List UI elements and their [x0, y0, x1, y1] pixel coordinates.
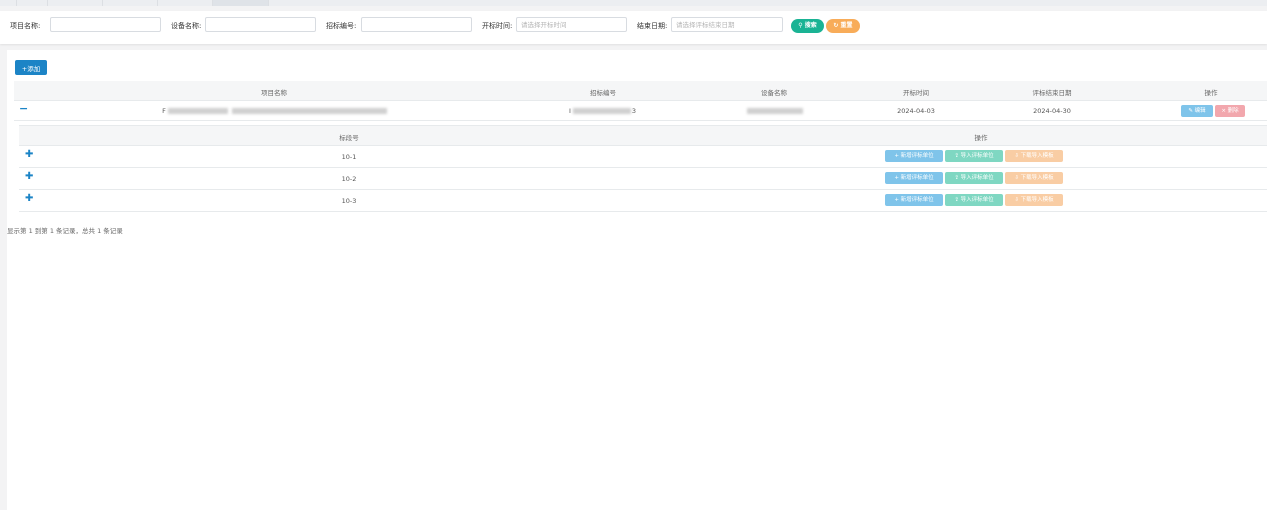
- tab-item-active[interactable]: [213, 0, 269, 6]
- column-header: 操作: [1204, 89, 1218, 97]
- import-eval-unit-button[interactable]: ⇪ 导入评标单位: [945, 150, 1003, 162]
- import-eval-unit-button[interactable]: ⇪ 导入评标单位: [945, 172, 1003, 184]
- search-panel: 项目名称: 设备名称: 招标编号: 开标时间: 结束日期: ⚲ 搜索 ↻ 重置: [0, 11, 1267, 44]
- plus-icon: +: [894, 175, 899, 181]
- upload-icon: ⇪: [954, 153, 959, 159]
- tab-item[interactable]: [103, 0, 158, 6]
- tab-item[interactable]: [17, 0, 48, 6]
- tab-item[interactable]: [48, 0, 103, 6]
- plus-icon: +: [894, 153, 899, 159]
- column-header: 设备名称: [761, 89, 787, 97]
- end-date-cell: 2024-04-30: [1033, 107, 1071, 115]
- close-icon: ×: [1221, 108, 1226, 114]
- add-button[interactable]: +添加: [15, 60, 47, 75]
- refresh-icon: ↻: [833, 22, 839, 29]
- search-button[interactable]: ⚲ 搜索: [791, 19, 824, 33]
- expand-icon[interactable]: ✚: [25, 171, 33, 182]
- tab-item[interactable]: [158, 0, 213, 6]
- download-template-button[interactable]: ⇩ 下载导入模板: [1005, 172, 1063, 184]
- project-name-label: 项目名称:: [10, 22, 41, 30]
- device-name-input[interactable]: [205, 17, 316, 32]
- add-eval-unit-button[interactable]: + 新增评标单位: [885, 150, 943, 162]
- download-template-button[interactable]: ⇩ 下载导入模板: [1005, 194, 1063, 206]
- device-name-label: 设备名称:: [171, 22, 202, 30]
- subtable-row: ✚ 10-1 + 新增评标单位 ⇪ 导入评标单位 ⇩ 下载导入模板: [19, 146, 1267, 168]
- column-header: 评标结束日期: [1032, 89, 1072, 97]
- subtable-header: 标段号 操作: [19, 126, 1267, 146]
- subtable-row: ✚ 10-2 + 新增评标单位 ⇪ 导入评标单位 ⇩ 下载导入模板: [19, 168, 1267, 190]
- section-no-cell: 10-2: [341, 175, 357, 183]
- redacted-text: [232, 108, 387, 114]
- section-no-cell: 10-1: [341, 153, 357, 161]
- plus-icon: +: [894, 197, 899, 203]
- open-time-label: 开标时间:: [482, 22, 513, 30]
- tab-item[interactable]: [0, 0, 17, 6]
- column-header: 操作: [974, 134, 988, 142]
- project-name-input[interactable]: [50, 17, 161, 32]
- download-icon: ⇩: [1014, 153, 1019, 159]
- expand-icon[interactable]: ✚: [25, 193, 33, 204]
- subtable-row: ✚ 10-3 + 新增评标单位 ⇪ 导入评标单位 ⇩ 下载导入模板: [19, 190, 1267, 212]
- table-row: − F I 3 2024-04-03 2024-04-30 ✎ 编辑 × 删除: [14, 101, 1267, 121]
- end-date-input[interactable]: [671, 17, 783, 32]
- project-name-cell: F: [162, 107, 166, 115]
- open-time-input[interactable]: [516, 17, 627, 32]
- import-eval-unit-button[interactable]: ⇪ 导入评标单位: [945, 194, 1003, 206]
- table-header: 项目名称 招标编号 设备名称 开标时间 评标结束日期 操作: [14, 81, 1267, 101]
- download-template-button[interactable]: ⇩ 下载导入模板: [1005, 150, 1063, 162]
- column-header: 开标时间: [903, 89, 929, 97]
- download-icon: ⇩: [1014, 175, 1019, 181]
- redacted-text: [168, 108, 228, 114]
- edit-button[interactable]: ✎ 编辑: [1181, 105, 1213, 117]
- add-eval-unit-button[interactable]: + 新增评标单位: [885, 194, 943, 206]
- bid-no-input[interactable]: [361, 17, 472, 32]
- section-subtable: 标段号 操作 ✚ 10-1 + 新增评标单位 ⇪ 导入评标单位 ⇩ 下载导入模板…: [19, 125, 1267, 215]
- collapse-icon[interactable]: −: [19, 102, 28, 115]
- column-header: 招标编号: [590, 89, 616, 97]
- column-header: 标段号: [339, 134, 359, 142]
- expand-icon[interactable]: ✚: [25, 149, 33, 160]
- redacted-text: [747, 108, 803, 114]
- download-icon: ⇩: [1014, 197, 1019, 203]
- redacted-text: [573, 108, 631, 114]
- reset-button[interactable]: ↻ 重置: [826, 19, 860, 33]
- pagination-summary: 显示第 1 到第 1 条记录，总共 1 条记录: [7, 227, 123, 235]
- upload-icon: ⇪: [954, 175, 959, 181]
- table-panel: +添加 项目名称 招标编号 设备名称 开标时间 评标结束日期 操作 − F I …: [7, 50, 1267, 510]
- tab-strip: [0, 0, 1267, 6]
- end-date-label: 结束日期:: [637, 22, 668, 30]
- pencil-icon: ✎: [1188, 108, 1193, 114]
- section-no-cell: 10-3: [341, 197, 357, 205]
- add-eval-unit-button[interactable]: + 新增评标单位: [885, 172, 943, 184]
- delete-button[interactable]: × 删除: [1215, 105, 1245, 117]
- upload-icon: ⇪: [954, 197, 959, 203]
- bid-no-suffix: 3: [631, 107, 637, 115]
- bid-no-prefix: I: [569, 107, 571, 115]
- column-header: 项目名称: [261, 89, 287, 97]
- bid-no-label: 招标编号:: [326, 22, 357, 30]
- search-icon: ⚲: [798, 22, 803, 29]
- open-time-cell: 2024-04-03: [897, 107, 935, 115]
